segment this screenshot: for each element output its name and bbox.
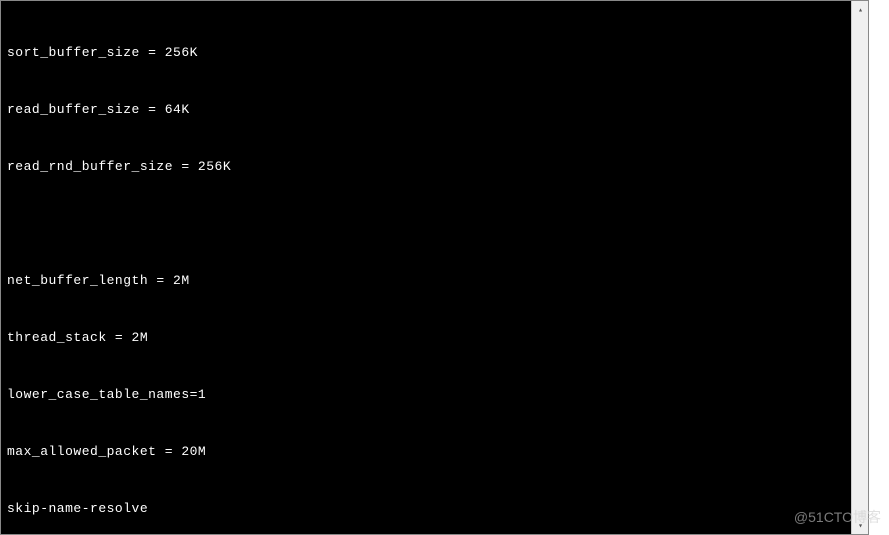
scrollbar[interactable]: ▴ ▾ xyxy=(851,1,868,534)
config-line: read_rnd_buffer_size = 256K xyxy=(7,157,862,176)
watermark-text: @51CTO博客 xyxy=(794,507,881,527)
config-line: lower_case_table_names=1 xyxy=(7,385,862,404)
config-line: read_buffer_size = 64K xyxy=(7,100,862,119)
terminal-content: sort_buffer_size = 256K read_buffer_size… xyxy=(1,1,868,535)
blank-line xyxy=(7,214,862,233)
scrollbar-track[interactable] xyxy=(852,18,869,517)
config-line: thread_stack = 2M xyxy=(7,328,862,347)
config-line: max_allowed_packet = 20M xyxy=(7,442,862,461)
scrollbar-arrow-up-icon[interactable]: ▴ xyxy=(852,1,869,18)
config-line: skip-name-resolve xyxy=(7,499,862,518)
config-line: sort_buffer_size = 256K xyxy=(7,43,862,62)
config-line: net_buffer_length = 2M xyxy=(7,271,862,290)
terminal-window: sort_buffer_size = 256K read_buffer_size… xyxy=(0,0,869,535)
